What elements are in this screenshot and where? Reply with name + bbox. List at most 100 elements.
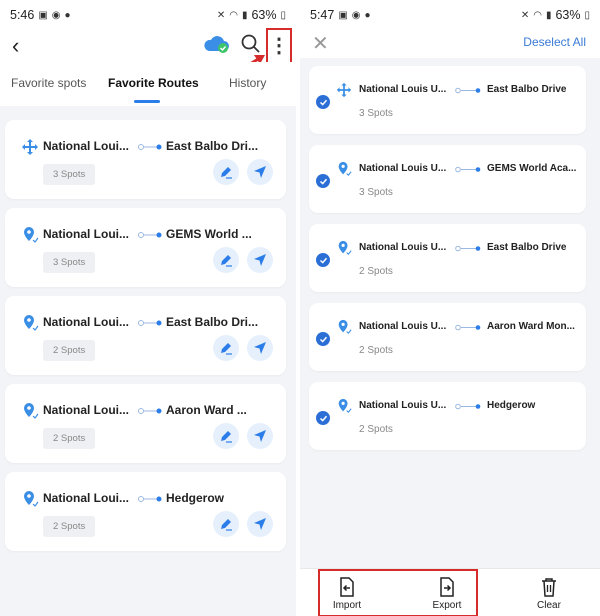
route-connector-icon xyxy=(138,408,162,414)
import-button[interactable]: Import xyxy=(322,577,372,611)
battery-icon: ▯ xyxy=(584,9,590,21)
pencil-icon xyxy=(221,519,232,531)
route-card[interactable]: National Loui... Aaron Ward ... 2 Spots xyxy=(5,384,286,463)
selectable-route-list: National Louis U... East Balbo Drive 3 S… xyxy=(309,66,586,461)
clear-button[interactable]: Clear xyxy=(524,577,574,611)
route-card[interactable]: National Loui... East Balbo Dri... 2 Spo… xyxy=(5,296,286,375)
selected-check-icon[interactable] xyxy=(316,411,330,425)
selectable-route-card[interactable]: National Louis U... Aaron Ward Mon... 2 … xyxy=(309,303,586,371)
route-connector-icon xyxy=(138,144,162,150)
select-routes-screen: 5:47 ▣ ◉ ● ✕ ◠ ▮ 63% ▯ ✕ Deselect All Na… xyxy=(300,0,600,616)
edit-route-button[interactable] xyxy=(213,511,239,537)
send-icon xyxy=(254,430,266,442)
selected-check-icon[interactable] xyxy=(316,332,330,346)
route-start: National Louis U... xyxy=(359,321,447,332)
send-icon xyxy=(254,342,266,354)
route-start: National Loui... xyxy=(43,227,129,241)
clear-label: Clear xyxy=(537,600,561,611)
route-card[interactable]: National Loui... Hedgerow 2 Spots xyxy=(5,472,286,551)
export-button[interactable]: Export xyxy=(422,577,472,611)
route-card[interactable]: National Loui... GEMS World ... 3 Spots xyxy=(5,208,286,287)
edit-route-button[interactable] xyxy=(213,335,239,361)
location-icon: ◉ xyxy=(51,9,61,21)
signal-icon: ▮ xyxy=(241,9,248,21)
route-connector-icon xyxy=(138,320,162,326)
navigate-route-button[interactable] xyxy=(247,511,273,537)
navigate-route-button[interactable] xyxy=(247,159,273,185)
selectable-route-card[interactable]: National Louis U... East Balbo Drive 2 S… xyxy=(309,224,586,292)
edit-route-button[interactable] xyxy=(213,247,239,273)
import-icon xyxy=(340,577,354,597)
route-end: East Balbo Drive xyxy=(487,84,567,95)
pin-route-icon xyxy=(338,319,352,335)
route-multi-icon xyxy=(22,139,38,155)
pencil-icon xyxy=(221,167,232,179)
navigate-route-button[interactable] xyxy=(247,423,273,449)
pin-route-icon xyxy=(338,240,352,256)
status-bar: 5:46 ▣ ◉ ● ✕ ◠ ▮ 63% ▯ xyxy=(0,0,296,30)
pin-route-icon xyxy=(24,403,39,419)
route-start: National Louis U... xyxy=(359,84,447,95)
pencil-icon xyxy=(221,255,232,267)
spots-count: 2 Spots xyxy=(359,424,393,435)
app-notification-icon: ● xyxy=(64,9,71,21)
wifi-icon: ◠ xyxy=(229,9,238,21)
import-label: Import xyxy=(332,600,362,611)
route-start: National Louis U... xyxy=(359,400,447,411)
edit-route-button[interactable] xyxy=(213,423,239,449)
selectable-route-card[interactable]: National Louis U... GEMS World Aca... 3 … xyxy=(309,145,586,213)
spots-count: 2 Spots xyxy=(359,345,393,356)
location-icon: ◉ xyxy=(351,9,361,21)
pencil-icon xyxy=(221,431,232,443)
bottom-action-bar: Import Export Clear xyxy=(300,568,600,616)
route-connector-icon xyxy=(455,245,481,252)
spots-badge: 3 Spots xyxy=(43,164,96,185)
deselect-all-button[interactable]: Deselect All xyxy=(523,35,586,49)
pin-route-icon xyxy=(24,315,39,331)
route-end: Aaron Ward Mon... xyxy=(487,321,575,332)
spots-badge: 2 Spots xyxy=(43,428,96,449)
battery-percent: 63% xyxy=(555,8,581,22)
spots-badge: 3 Spots xyxy=(43,252,96,273)
back-arrow-icon[interactable]: ‹ xyxy=(12,33,19,59)
route-connector-icon xyxy=(455,403,481,410)
tab-favorite-routes[interactable]: Favorite Routes xyxy=(108,76,199,90)
more-options-button[interactable]: ⋮ xyxy=(266,28,292,64)
mute-icon: ✕ xyxy=(520,9,530,21)
selected-check-icon[interactable] xyxy=(316,253,330,267)
route-start: National Louis U... xyxy=(359,163,447,174)
route-card[interactable]: National Loui... East Balbo Dri... 3 Spo… xyxy=(5,120,286,199)
close-icon[interactable]: ✕ xyxy=(312,31,329,56)
selected-check-icon[interactable] xyxy=(316,174,330,188)
selectable-route-card[interactable]: National Louis U... Hedgerow 2 Spots xyxy=(309,382,586,450)
route-multi-icon xyxy=(336,82,352,98)
spots-count: 3 Spots xyxy=(359,108,393,119)
pin-route-icon xyxy=(24,227,39,243)
cloud-sync-icon[interactable] xyxy=(202,33,230,55)
tab-favorite-spots[interactable]: Favorite spots xyxy=(11,76,86,90)
route-connector-icon xyxy=(138,232,162,238)
route-end: East Balbo Drive xyxy=(487,242,567,253)
route-end: Aaron Ward ... xyxy=(166,403,247,417)
status-time: 5:46 xyxy=(10,8,35,22)
selected-check-icon[interactable] xyxy=(316,95,330,109)
navigate-route-button[interactable] xyxy=(247,247,273,273)
navigate-route-button[interactable] xyxy=(247,335,273,361)
status-time: 5:47 xyxy=(310,8,335,22)
route-connector-icon xyxy=(138,496,162,502)
send-icon xyxy=(254,518,266,530)
favorite-routes-screen: 5:46 ▣ ◉ ● ✕ ◠ ▮ 63% ▯ ‹ ⋮ Favorite spot… xyxy=(0,0,296,616)
selectable-route-card[interactable]: National Louis U... East Balbo Drive 3 S… xyxy=(309,66,586,134)
signal-icon: ▮ xyxy=(545,9,552,21)
image-icon: ▣ xyxy=(38,9,48,21)
tab-history[interactable]: History xyxy=(229,76,266,90)
app-notification-icon: ● xyxy=(364,9,371,21)
trash-icon xyxy=(542,578,556,597)
route-end: East Balbo Dri... xyxy=(166,315,259,329)
selection-top-bar: ✕ Deselect All xyxy=(300,30,600,58)
image-icon: ▣ xyxy=(338,9,348,21)
route-start: National Loui... xyxy=(43,139,129,153)
more-vertical-icon: ⋮ xyxy=(269,35,289,57)
edit-route-button[interactable] xyxy=(213,159,239,185)
route-start: National Loui... xyxy=(43,315,129,329)
